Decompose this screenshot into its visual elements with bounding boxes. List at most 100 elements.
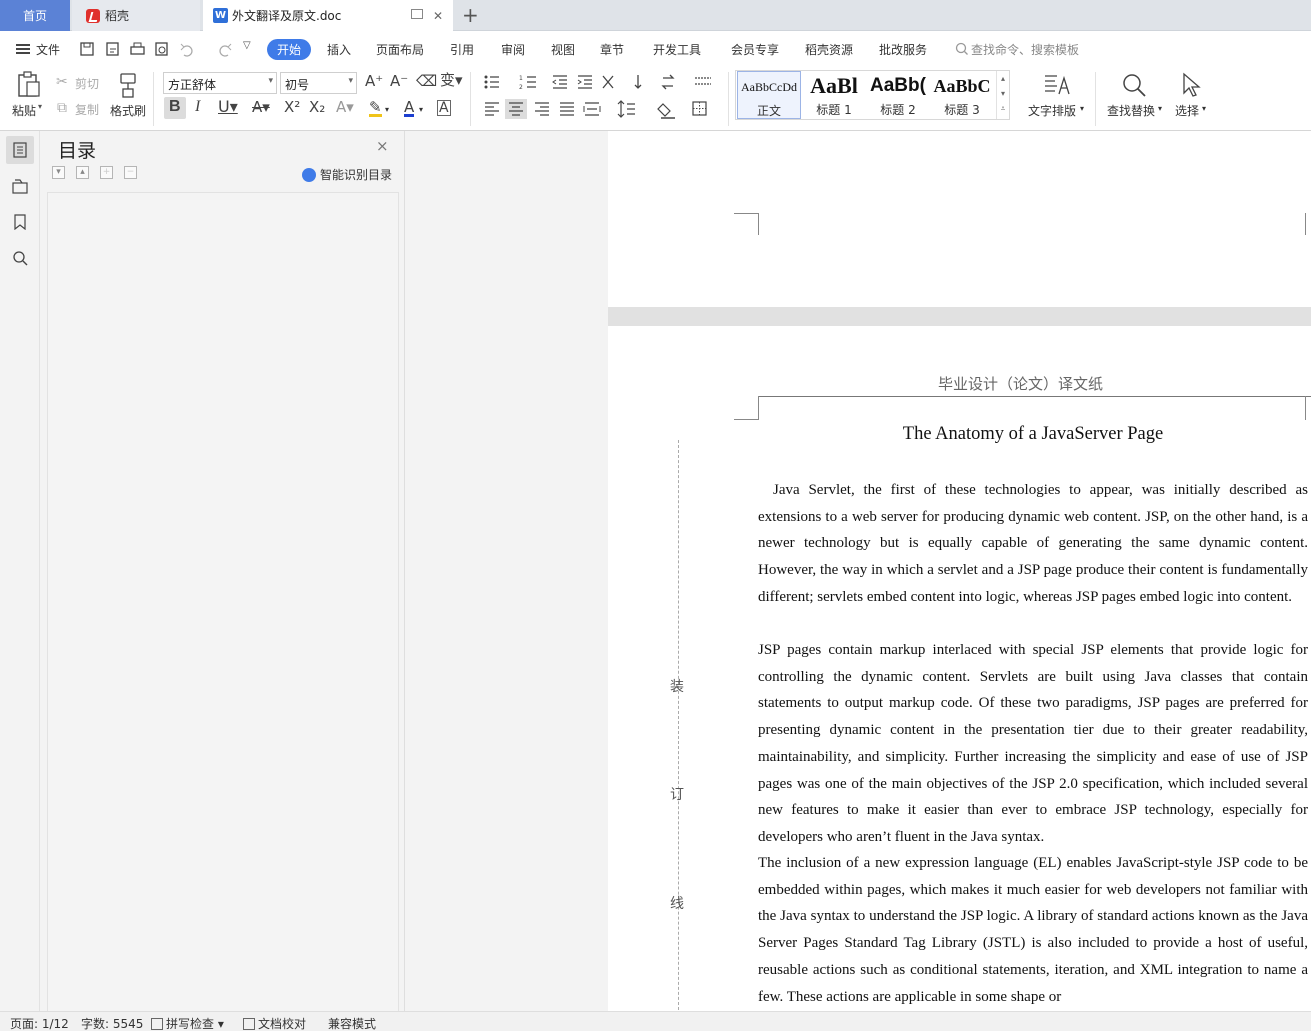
font-color-dropdown-icon[interactable]: ▾ — [419, 105, 423, 114]
menu-insert[interactable]: 插入 — [327, 41, 351, 58]
style-gallery-scroll[interactable]: ▴ ▾ ⩡ — [996, 71, 1009, 119]
menu-page-layout[interactable]: 页面布局 — [376, 41, 424, 58]
export-pdf-icon[interactable] — [106, 42, 119, 56]
sort-icon[interactable] — [634, 75, 642, 89]
font-name-select[interactable]: 方正舒体 — [163, 72, 277, 94]
word-count[interactable]: 字数: 5545 — [81, 1015, 143, 1031]
toc-nav-icon[interactable] — [6, 136, 34, 164]
menu-member[interactable]: 会员专享 — [731, 41, 779, 58]
text-layout-dropdown-icon[interactable]: ▾ — [1080, 104, 1084, 113]
font-size-select[interactable]: 初号 — [280, 72, 357, 94]
distributed-align-icon[interactable] — [583, 102, 601, 116]
menu-developer[interactable]: 开发工具 — [653, 41, 701, 58]
find-replace-button[interactable]: 查找替换 — [1107, 102, 1155, 119]
collapse-all-icon[interactable]: ▴ — [76, 166, 89, 179]
copy-button[interactable]: 复制 — [75, 101, 99, 118]
find-replace-dropdown-icon[interactable]: ▾ — [1158, 104, 1162, 113]
page-header-text[interactable]: 毕业设计（论文）译文纸 — [938, 373, 1103, 394]
close-tab-icon[interactable]: ✕ — [433, 9, 443, 23]
save-icon[interactable] — [80, 42, 94, 56]
italic-icon[interactable]: I — [195, 99, 200, 115]
tab-document[interactable]: W 外文翻译及原文.doc ✕ — [203, 0, 453, 31]
quick-access-more-icon[interactable]: ▽ — [243, 40, 251, 51]
menu-file[interactable]: 文件 — [36, 41, 60, 58]
redo-icon[interactable] — [219, 43, 232, 57]
close-icon[interactable]: × — [376, 137, 389, 155]
menu-view[interactable]: 视图 — [551, 41, 575, 58]
page-indicator[interactable]: 页面: 1/12 — [10, 1015, 69, 1031]
spell-check-toggle[interactable]: 拼写检查 ▾ — [151, 1015, 224, 1031]
strikethrough-icon[interactable]: A▾ — [252, 100, 270, 115]
superscript-icon[interactable]: X² — [284, 100, 300, 115]
clear-format-icon[interactable]: ⌫ — [416, 74, 437, 89]
style-heading-2[interactable]: AaBb( 标题 2 — [867, 71, 929, 119]
borders-icon[interactable] — [692, 101, 707, 116]
style-normal[interactable]: AaBbCcDd 正文 — [737, 71, 801, 119]
decrease-font-icon[interactable]: A⁻ — [390, 74, 408, 89]
paste-dropdown-icon[interactable]: ▾ — [38, 102, 42, 111]
print-icon[interactable] — [130, 42, 145, 55]
character-border-icon[interactable]: A — [437, 100, 451, 116]
bullet-list-icon[interactable] — [484, 75, 500, 89]
expand-all-icon[interactable]: ▾ — [52, 166, 65, 179]
add-heading-icon[interactable]: + — [100, 166, 113, 179]
paragraph[interactable]: The inclusion of a new expression langua… — [758, 850, 1308, 1010]
undo-icon[interactable] — [180, 43, 193, 57]
show-marks-icon[interactable] — [661, 74, 675, 90]
copy-icon[interactable]: ⧉ — [57, 101, 67, 115]
shading-icon[interactable] — [657, 103, 675, 119]
paragraph[interactable]: JSP pages contain markup interlaced with… — [758, 637, 1308, 851]
select-button[interactable]: 选择 — [1175, 102, 1199, 119]
cut-icon[interactable]: ✂ — [56, 75, 68, 89]
select-dropdown-icon[interactable]: ▾ — [1202, 104, 1206, 113]
text-layout-icon[interactable] — [1043, 72, 1071, 98]
menu-correction-service[interactable]: 批改服务 — [879, 41, 927, 58]
print-preview-icon[interactable] — [155, 42, 168, 56]
table-format-icon[interactable] — [695, 77, 711, 85]
decrease-indent-icon[interactable] — [552, 75, 567, 89]
toc-list[interactable] — [47, 192, 399, 1012]
increase-font-icon[interactable]: A⁺ — [365, 74, 383, 89]
menu-chapter[interactable]: 章节 — [600, 41, 624, 58]
remove-heading-icon[interactable]: − — [124, 166, 137, 179]
menu-icon[interactable] — [16, 44, 30, 54]
align-left-icon[interactable] — [485, 102, 499, 116]
justify-icon[interactable] — [560, 102, 574, 116]
float-window-icon[interactable] — [411, 9, 423, 19]
find-replace-icon[interactable] — [1121, 72, 1147, 98]
subscript-icon[interactable]: X₂ — [309, 100, 325, 115]
command-search-input[interactable]: 查找命令、搜索模板 — [971, 41, 1079, 58]
format-painter-button[interactable]: 格式刷 — [110, 102, 146, 119]
phonetic-guide-icon[interactable]: 变▾ — [440, 73, 463, 88]
text-layout-button[interactable]: 文字排版 — [1028, 102, 1076, 119]
proofread-button[interactable]: 文档校对 — [243, 1015, 306, 1031]
tab-home[interactable]: 首页 — [0, 0, 70, 31]
style-heading-3[interactable]: AaBbC 标题 3 — [931, 71, 993, 119]
find-nav-icon[interactable] — [6, 244, 34, 272]
chapter-nav-icon[interactable] — [6, 172, 34, 200]
tab-daoke[interactable]: 稻壳 — [72, 0, 200, 31]
format-painter-icon[interactable] — [118, 72, 140, 98]
paste-icon[interactable] — [16, 71, 42, 99]
align-right-icon[interactable] — [535, 102, 549, 116]
paragraph[interactable]: Java Servlet, the first of these technol… — [758, 477, 1308, 611]
new-tab-button[interactable]: + — [462, 3, 479, 27]
smart-toc-button[interactable]: 智能识别目录 — [302, 166, 392, 183]
bookmark-icon[interactable] — [6, 208, 34, 236]
style-heading-1[interactable]: AaBl 标题 1 — [803, 71, 865, 119]
align-center-button[interactable] — [505, 99, 527, 119]
document-canvas[interactable]: 毕业设计（论文）译文纸 装 订 线 The Anatomy of a JavaS… — [406, 131, 1311, 1011]
numbered-list-icon[interactable]: 12 — [519, 75, 536, 91]
select-cursor-icon[interactable] — [1180, 72, 1202, 98]
underline-icon[interactable]: U▾ — [218, 99, 238, 115]
chinese-layout-icon[interactable] — [602, 75, 614, 89]
highlight-dropdown-icon[interactable]: ▾ — [385, 105, 389, 114]
line-spacing-icon[interactable] — [617, 100, 635, 118]
menu-review[interactable]: 审阅 — [501, 41, 525, 58]
menu-daoke-resources[interactable]: 稻壳资源 — [805, 41, 853, 58]
paste-button[interactable]: 粘贴 — [12, 102, 36, 119]
font-color-icon[interactable]: A — [404, 100, 415, 117]
text-effect-icon[interactable]: A▾ — [336, 100, 354, 115]
menu-references[interactable]: 引用 — [450, 41, 474, 58]
document-title[interactable]: The Anatomy of a JavaServer Page — [758, 424, 1308, 445]
